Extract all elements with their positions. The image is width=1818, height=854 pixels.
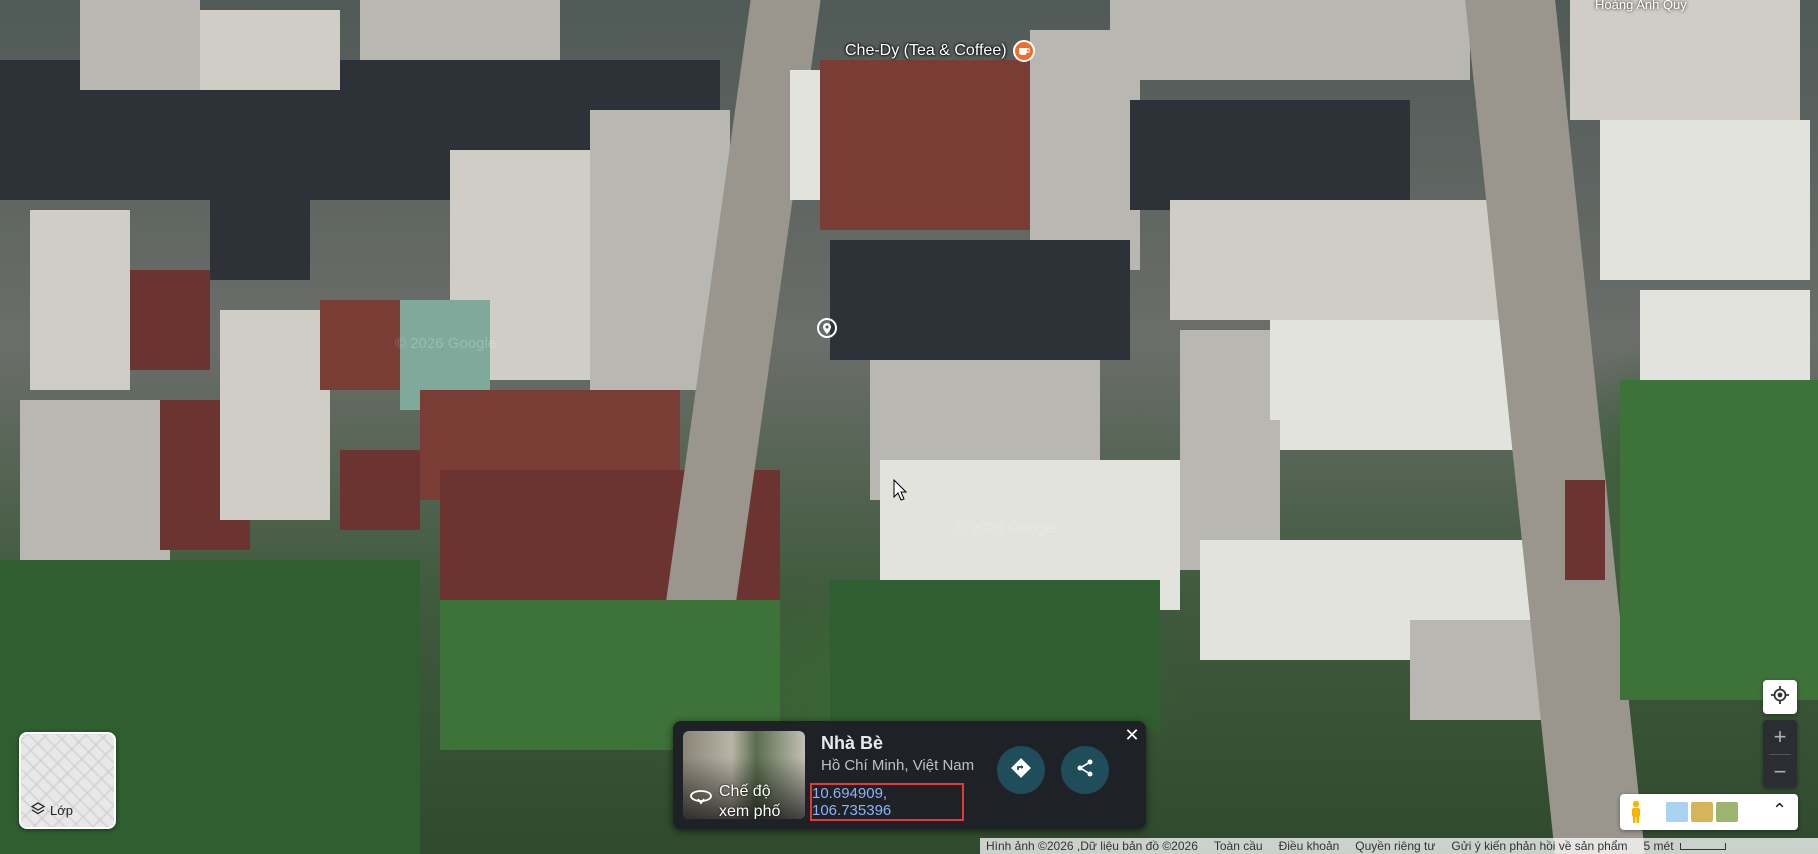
map-building <box>130 270 210 370</box>
zoom-control: + − <box>1763 720 1797 788</box>
layers-icon <box>30 802 46 819</box>
my-location-icon <box>1770 685 1790 710</box>
my-location-button[interactable] <box>1763 680 1797 714</box>
map-type-thumbnails <box>1666 802 1738 822</box>
map-type-thumb-default[interactable] <box>1666 802 1688 822</box>
map-footer: Hình ảnh ©2026 ,Dữ liệu bản đồ ©2026 Toà… <box>980 838 1818 854</box>
directions-button[interactable] <box>997 746 1045 794</box>
map-building <box>1600 120 1810 280</box>
map-building <box>830 240 1130 360</box>
map-vehicle <box>1565 480 1605 580</box>
place-info-card: Chế độ xem phố Nhà Bè Hồ Chí Minh, Việt … <box>673 721 1146 829</box>
map-building <box>1130 100 1410 210</box>
cafe-icon[interactable] <box>1012 40 1035 62</box>
poi-marker-che-dy[interactable]: Che-Dy (Tea & Coffee) <box>845 40 1035 62</box>
coordinates-highlight: 10.694909, 106.735396 <box>810 783 964 821</box>
street-view-thumbnail[interactable]: Chế độ xem phố <box>683 731 805 819</box>
scale-label: 5 mét <box>1643 839 1674 853</box>
map-type-thumb-satellite[interactable] <box>1716 802 1738 822</box>
map-building <box>360 0 560 60</box>
layers-label-group[interactable]: Lớp <box>30 802 73 819</box>
share-button[interactable] <box>1061 746 1109 794</box>
map-building <box>320 300 400 390</box>
mouse-cursor-icon <box>893 478 908 501</box>
map-building <box>1270 320 1530 450</box>
map-building <box>340 450 420 530</box>
layers-label: Lớp <box>50 803 73 818</box>
map-type-thumb-terrain[interactable] <box>1691 802 1713 822</box>
feedback-link[interactable]: Gửi ý kiến phản hồi về sản phẩm <box>1451 839 1627 853</box>
map-building <box>1110 0 1470 80</box>
map-building <box>220 310 330 520</box>
map-vegetation <box>830 580 1160 730</box>
street-view-label-line2: xem phố <box>719 803 781 819</box>
map-vegetation <box>1620 380 1818 700</box>
close-icon[interactable]: ✕ <box>1122 725 1142 745</box>
street-view-icon <box>689 787 713 805</box>
global-link[interactable]: Toàn cầu <box>1214 839 1263 853</box>
privacy-link[interactable]: Quyền riêng tư <box>1355 839 1435 853</box>
directions-icon <box>1010 757 1032 784</box>
map-building <box>30 210 130 390</box>
scale-indicator[interactable]: 5 mét <box>1644 839 1726 853</box>
chevron-up-icon[interactable]: ⌃ <box>1772 800 1787 821</box>
layers-button[interactable]: Lớp <box>19 732 116 829</box>
poi-label[interactable]: Che-Dy (Tea & Coffee) <box>845 42 1007 60</box>
map-watermark: © 2026 Google <box>955 520 1057 537</box>
street-view-label-line1: Chế độ <box>719 783 771 800</box>
location-pin-icon[interactable] <box>816 318 838 342</box>
map-watermark: © 2026 Google <box>395 335 497 352</box>
street-view-label[interactable]: Chế độ xem phố <box>719 782 780 819</box>
map-building <box>820 60 1050 230</box>
terms-link[interactable]: Điều khoản <box>1279 839 1340 853</box>
map-building <box>200 10 340 90</box>
pegman-icon[interactable] <box>1628 800 1644 824</box>
map-mode-strip: ⌃ <box>1620 794 1798 830</box>
place-name[interactable]: Nhà Bè <box>821 733 883 754</box>
map-place-label[interactable]: Hoàng Anh Quy <box>1595 0 1687 12</box>
map-building <box>1170 200 1530 320</box>
map-building <box>1570 0 1800 120</box>
attribution-text: Hình ảnh ©2026 ,Dữ liệu bản đồ ©2026 <box>986 839 1198 853</box>
map-building <box>210 170 310 280</box>
zoom-in-button[interactable]: + <box>1763 720 1797 754</box>
share-icon <box>1075 758 1095 783</box>
scale-bar <box>1679 843 1726 851</box>
coordinates-link[interactable]: 10.694909, 106.735396 <box>812 785 962 819</box>
map-building <box>80 0 200 90</box>
zoom-out-button[interactable]: − <box>1763 755 1797 789</box>
place-subtitle: Hồ Chí Minh, Việt Nam <box>821 757 975 774</box>
